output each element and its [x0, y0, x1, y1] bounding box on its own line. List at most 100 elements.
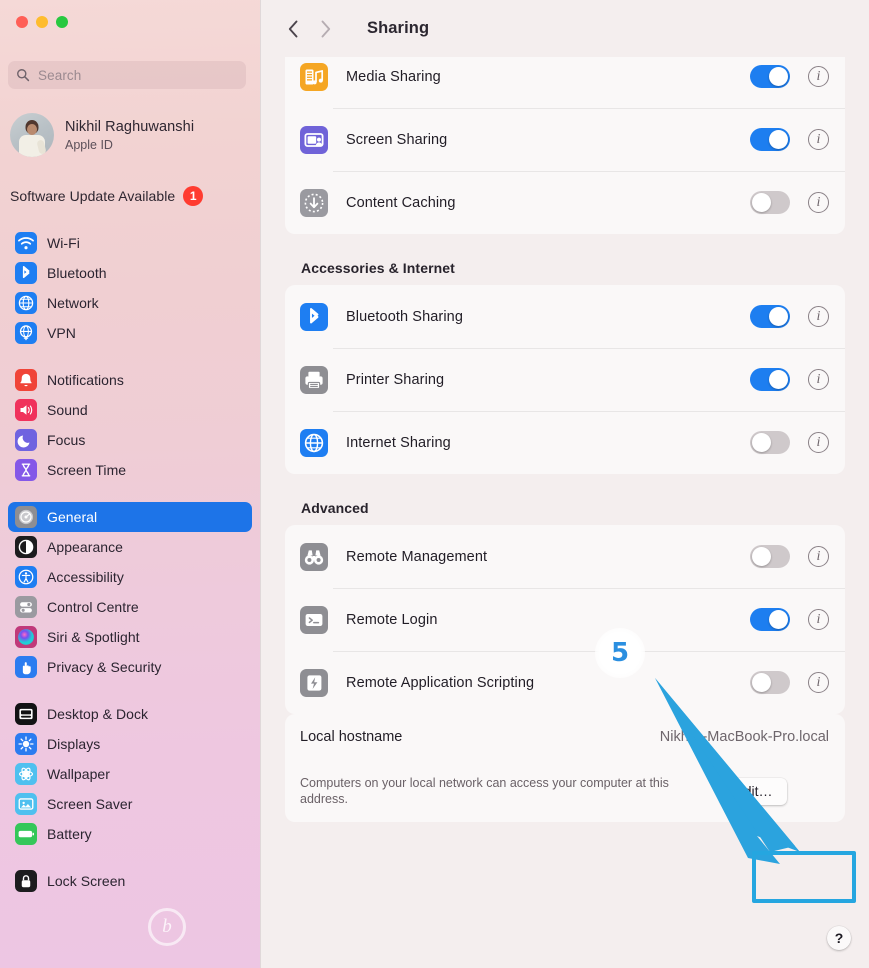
info-icon[interactable]: i: [808, 66, 829, 87]
edit-button[interactable]: Edit…: [720, 777, 787, 805]
sidebar-item-general[interactable]: General: [8, 502, 252, 532]
setting-row-media-sharing: Media Sharing i: [285, 57, 845, 108]
binoculars-icon: [300, 542, 328, 571]
terminal-icon: [300, 605, 328, 634]
local-hostname-card: Local hostname Nikhils-MacBook-Pro.local…: [285, 714, 845, 822]
account-text: Nikhil Raghuwanshi Apple ID: [65, 118, 194, 153]
chevron-right-icon: [321, 20, 330, 37]
sidebar: Search Nikhil Raghuwanshi Apple ID Softw…: [0, 0, 260, 968]
account-name: Nikhil Raghuwanshi: [65, 118, 195, 135]
toggle-knob: [752, 433, 771, 452]
setting-row-remote-management: Remote Management i: [285, 525, 845, 588]
bluetooth-icon: [15, 262, 37, 284]
toggle-knob: [769, 130, 788, 149]
hourglass-icon: [15, 459, 37, 481]
toggle-screen-sharing[interactable]: [750, 128, 790, 151]
info-icon[interactable]: i: [808, 306, 829, 327]
search-placeholder: Search: [38, 67, 82, 83]
toggle-internet-sharing[interactable]: [750, 431, 790, 454]
sidebar-item-privacy-security[interactable]: Privacy & Security: [8, 652, 252, 682]
sidebar-item-notifications[interactable]: Notifications: [8, 365, 252, 395]
toggle-knob: [769, 67, 788, 86]
sidebar-item-vpn[interactable]: VPN: [8, 318, 252, 348]
sidebar-item-siri-spotlight[interactable]: Siri & Spotlight: [8, 622, 252, 652]
bluetooth-sharing-icon: [300, 302, 328, 331]
back-button[interactable]: [280, 16, 306, 42]
sidebar-item-label: General: [47, 509, 98, 525]
sidebar-item-lock-screen[interactable]: Lock Screen: [8, 866, 252, 896]
gear-icon: [15, 506, 37, 528]
settings-scroll-area[interactable]: Media Sharing i Screen Sharing i Content Cac…: [261, 57, 869, 968]
sidebar-item-screen-saver[interactable]: Screen Saver: [8, 789, 252, 819]
toggle-printer-sharing[interactable]: [750, 368, 790, 391]
toggle-remote-login[interactable]: [750, 608, 790, 631]
sidebar-item-screen-time[interactable]: Screen Time: [8, 455, 252, 485]
apple-id-account-row[interactable]: Nikhil Raghuwanshi Apple ID: [10, 107, 250, 163]
sidebar-item-accessibility[interactable]: Accessibility: [8, 562, 252, 592]
toggle-knob: [752, 547, 771, 566]
software-update-row[interactable]: Software Update Available 1: [10, 183, 250, 209]
system-settings-window: Search Nikhil Raghuwanshi Apple ID Softw…: [0, 0, 869, 968]
printer-icon: [300, 365, 328, 394]
sidebar-item-bluetooth[interactable]: Bluetooth: [8, 258, 252, 288]
sidebar-item-focus[interactable]: Focus: [8, 425, 252, 455]
screen-sharing-icon: [300, 125, 328, 154]
speaker-icon: [15, 399, 37, 421]
toggle-content-caching[interactable]: [750, 191, 790, 214]
forward-button[interactable]: [312, 16, 338, 42]
sidebar-item-network[interactable]: Network: [8, 288, 252, 318]
vpn-globe-icon: [15, 322, 37, 344]
sidebar-item-label: Desktop & Dock: [47, 706, 149, 722]
sidebar-item-label: Privacy & Security: [47, 659, 162, 675]
minimize-button[interactable]: [36, 16, 48, 28]
sidebar-group-3: Desktop & Dock Displays Wallpaper Screen Sa…: [0, 699, 260, 849]
software-update-label: Software Update Available: [10, 188, 176, 204]
toggle-bluetooth-sharing[interactable]: [750, 305, 790, 328]
toggle-remote-management[interactable]: [750, 545, 790, 568]
info-icon[interactable]: i: [808, 546, 829, 567]
info-icon[interactable]: i: [808, 672, 829, 693]
sidebar-item-displays[interactable]: Displays: [8, 729, 252, 759]
setting-row-remote-application-scripting: Remote Application Scripting i: [285, 651, 845, 714]
sidebar-group-4: Lock Screen: [0, 866, 260, 896]
help-button[interactable]: ?: [827, 926, 851, 950]
wifi-icon: [15, 232, 37, 254]
toggle-remote-application-scripting[interactable]: [750, 671, 790, 694]
setting-row-internet-sharing: Internet Sharing i: [285, 411, 845, 474]
toggle-knob: [769, 307, 788, 326]
sidebar-item-label: Siri & Spotlight: [47, 629, 140, 645]
info-icon[interactable]: i: [808, 369, 829, 390]
lock-icon: [15, 870, 37, 892]
desktop-dock-icon: [15, 703, 37, 725]
sidebar-item-wi-fi[interactable]: Wi-Fi: [8, 228, 252, 258]
sidebar-item-label: Focus: [47, 432, 86, 448]
search-input[interactable]: Search: [8, 61, 246, 89]
hand-icon: [15, 656, 37, 678]
info-icon[interactable]: i: [808, 129, 829, 150]
toggle-knob: [752, 673, 771, 692]
toggle-media-sharing[interactable]: [750, 65, 790, 88]
avatar: [10, 113, 54, 157]
info-icon[interactable]: i: [808, 192, 829, 213]
section-title: Advanced: [301, 500, 369, 516]
setting-label: Remote Application Scripting: [346, 674, 535, 691]
local-hostname-label: Local hostname: [300, 729, 403, 745]
local-hostname-row: Local hostname Nikhils-MacBook-Pro.local: [285, 714, 845, 760]
watermark-letter: b: [162, 916, 172, 937]
info-icon[interactable]: i: [808, 432, 829, 453]
settings-card-0: Media Sharing i Screen Sharing i Content Cac…: [285, 57, 845, 234]
sidebar-item-appearance[interactable]: Appearance: [8, 532, 252, 562]
sidebar-item-wallpaper[interactable]: Wallpaper: [8, 759, 252, 789]
setting-label: Internet Sharing: [346, 434, 451, 451]
accessibility-icon: [15, 566, 37, 588]
sidebar-item-sound[interactable]: Sound: [8, 395, 252, 425]
sidebar-item-control-centre[interactable]: Control Centre: [8, 592, 252, 622]
toggle-knob: [769, 610, 788, 629]
info-icon[interactable]: i: [808, 609, 829, 630]
sidebar-item-desktop-dock[interactable]: Desktop & Dock: [8, 699, 252, 729]
close-button[interactable]: [16, 16, 28, 28]
zoom-button[interactable]: [56, 16, 68, 28]
sidebar-item-battery[interactable]: Battery: [8, 819, 252, 849]
sidebar-item-label: Battery: [47, 826, 92, 842]
setting-row-screen-sharing: Screen Sharing i: [285, 108, 845, 171]
